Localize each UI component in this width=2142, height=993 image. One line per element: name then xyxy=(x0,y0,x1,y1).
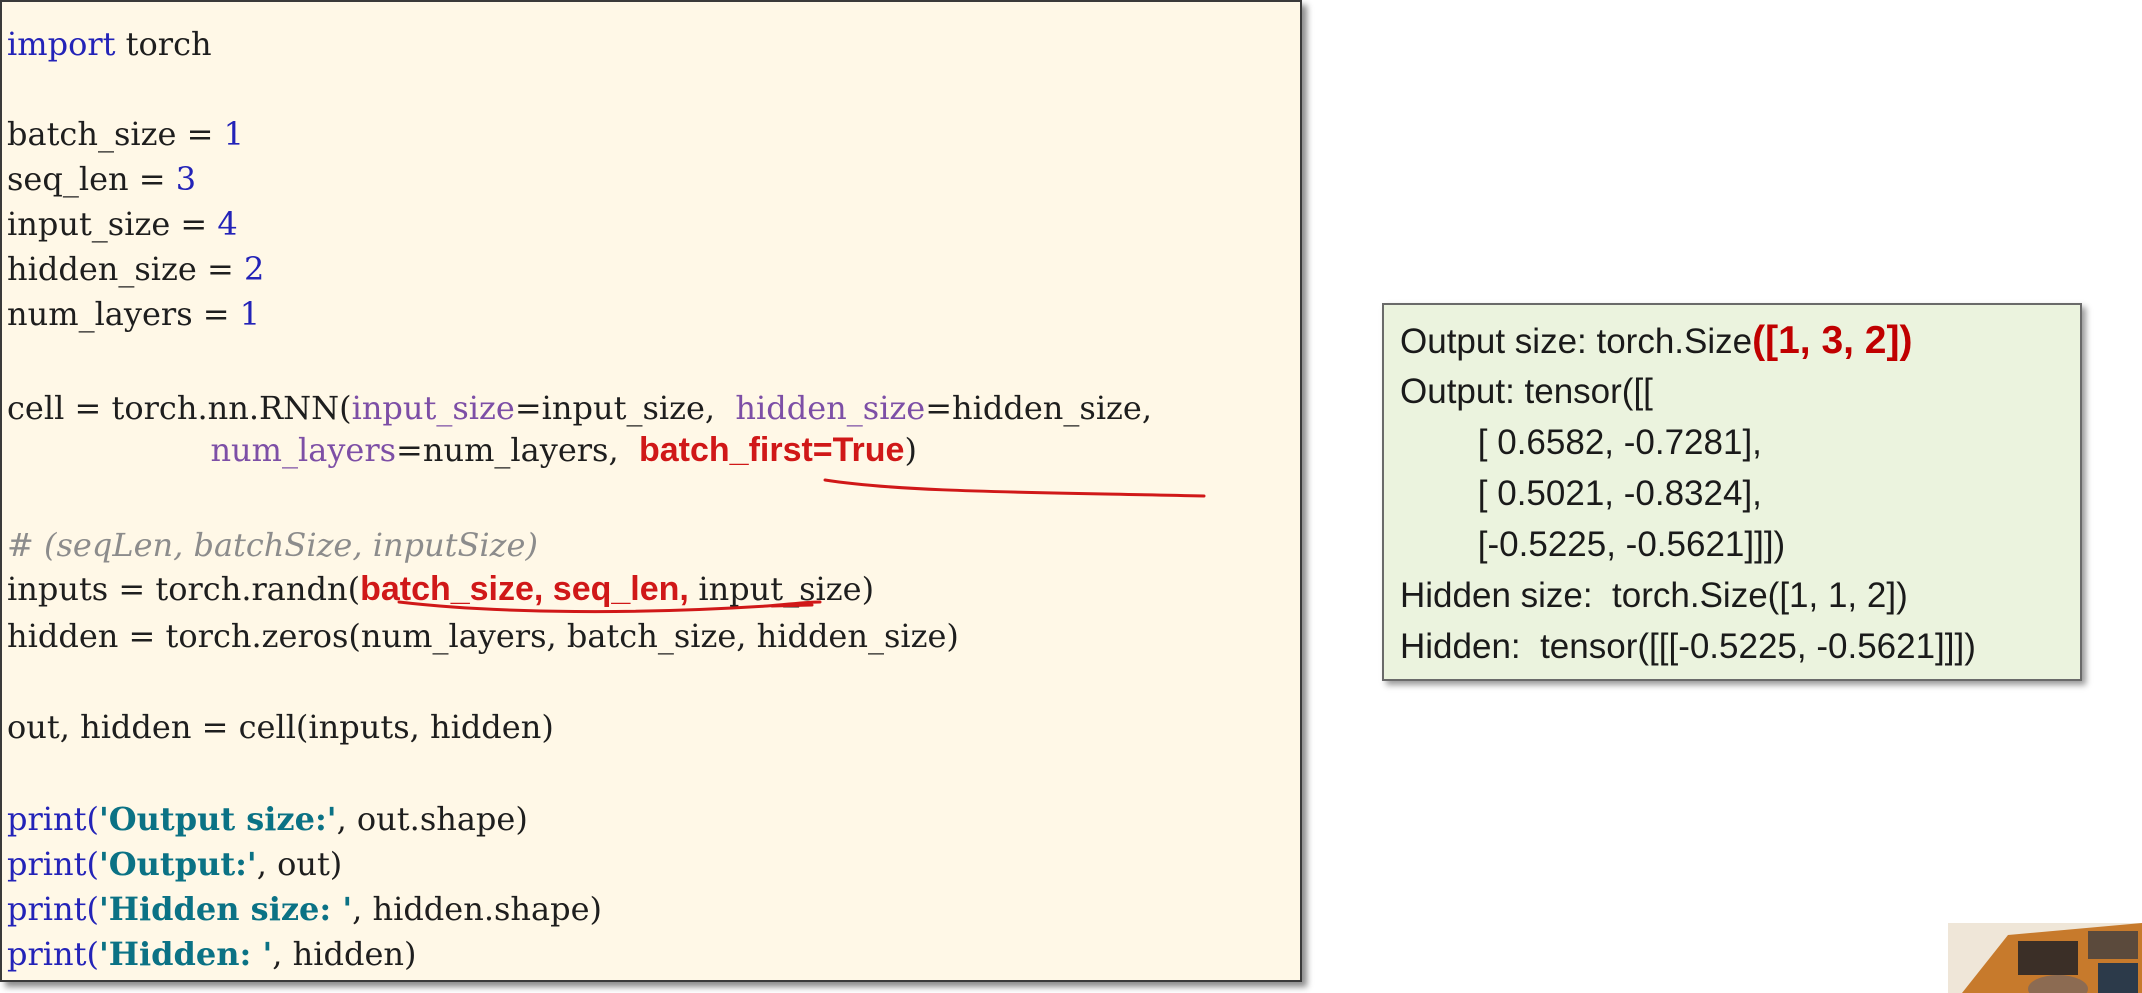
code-line-hidden: hidden = torch.zeros(num_layers, batch_s… xyxy=(7,617,959,655)
print-string: 'Hidden: ' xyxy=(98,935,273,973)
code-line-seq-len: seq_len = 3 xyxy=(7,159,196,199)
output-row: [ 0.6582, -0.7281], xyxy=(1400,423,1762,462)
keyword-import: import xyxy=(7,25,116,63)
inputs-prefix: inputs = torch.randn( xyxy=(7,570,361,608)
output-box: Output size: torch.Size([1, 3, 2]) Outpu… xyxy=(1382,303,2082,681)
output-size-label: Output size: torch.Size xyxy=(1400,322,1753,361)
print-fn: print( xyxy=(7,935,99,973)
code-line-batch-size: batch_size = 1 xyxy=(7,114,244,154)
hidden-size-line: Hidden size: torch.Size([1, 1, 2]) xyxy=(1400,576,1908,615)
kwarg-num-layers: num_layers xyxy=(210,431,397,469)
code-line-hidden-size: hidden_size = 2 xyxy=(7,249,264,289)
output-size-line: Output size: torch.Size([1, 3, 2]) xyxy=(1400,319,1912,364)
code-line-print-output: print('Output:', out) xyxy=(7,844,342,884)
print-fn: print( xyxy=(7,800,99,838)
kwarg-hidden-size: hidden_size xyxy=(735,389,926,427)
cell-arg-2: =hidden_size, xyxy=(925,389,1153,427)
output-tensor-label: Output: tensor([[ xyxy=(1400,372,1653,411)
var-input-size: input_size = xyxy=(7,205,218,243)
code-line-print-hidden: print('Hidden: ', hidden) xyxy=(7,934,416,974)
print-fn: print( xyxy=(7,890,99,928)
print-string: 'Output:' xyxy=(98,845,257,883)
cell-close-paren: ) xyxy=(904,431,917,469)
cell-arg-1: =input_size, xyxy=(514,389,736,427)
hidden-tensor-line: Hidden: tensor([[[-0.5225, -0.5621]]]) xyxy=(1400,627,1976,666)
var-num-layers: num_layers = xyxy=(7,295,240,333)
cell-indent xyxy=(7,431,210,469)
webcam-overlay xyxy=(1948,923,2142,993)
code-line-call: out, hidden = cell(inputs, hidden) xyxy=(7,708,554,746)
output-row: [-0.5225, -0.5621]]]) xyxy=(1400,525,1786,564)
print-string: 'Output size:' xyxy=(98,800,337,838)
code-line-print-output-size: print('Output size:', out.shape) xyxy=(7,799,528,839)
print-string: 'Hidden size: ' xyxy=(98,890,353,928)
output-size-value: ([1, 3, 2]) xyxy=(1752,319,1913,362)
print-fn: print( xyxy=(7,845,99,883)
print-args: , out) xyxy=(256,845,343,883)
code-panel: import torch batch_size = 1 seq_len = 3 … xyxy=(0,0,1302,982)
code-line-cell-2: num_layers=num_layers, batch_first=True) xyxy=(7,430,917,470)
underline-batch-first xyxy=(823,478,1206,498)
value-hidden-size: 2 xyxy=(243,250,265,288)
var-hidden-size: hidden_size = xyxy=(7,250,244,288)
value-batch-size: 1 xyxy=(223,115,244,153)
code-line-inputs: inputs = torch.randn(batch_size, seq_len… xyxy=(7,569,874,609)
webcam-image xyxy=(1948,923,2142,993)
code-line-print-hidden-size: print('Hidden size: ', hidden.shape) xyxy=(7,889,602,929)
import-target: torch xyxy=(115,25,212,63)
inputs-suffix: input_size) xyxy=(698,570,875,608)
highlight-batch-first: batch_first=True xyxy=(638,431,905,469)
value-input-size: 4 xyxy=(217,205,238,243)
kwarg-input-size: input_size xyxy=(351,389,515,427)
slide: import torch batch_size = 1 seq_len = 3 … xyxy=(0,0,2142,993)
code-line-cell-1: cell = torch.nn.RNN(input_size=input_siz… xyxy=(7,388,1152,428)
value-seq-len: 3 xyxy=(175,160,197,198)
code-line-num-layers: num_layers = 1 xyxy=(7,294,260,334)
var-batch-size: batch_size = xyxy=(7,115,224,153)
code-comment-shape: # (seqLen, batchSize, inputSize) xyxy=(7,526,538,564)
highlight-batch-seq: batch_size, seq_len, xyxy=(360,570,699,608)
code-line-import: import torch xyxy=(7,24,212,64)
print-args: , hidden) xyxy=(272,935,417,973)
var-seq-len: seq_len = xyxy=(7,160,176,198)
print-args: , hidden.shape) xyxy=(352,890,603,928)
cell-arg-3: =num_layers, xyxy=(396,431,639,469)
cell-prefix: cell = torch.nn.RNN( xyxy=(7,389,352,427)
value-num-layers: 1 xyxy=(239,295,261,333)
print-args: , out.shape) xyxy=(336,800,528,838)
code-line-input-size: input_size = 4 xyxy=(7,204,238,244)
output-row: [ 0.5021, -0.8324], xyxy=(1400,474,1762,513)
